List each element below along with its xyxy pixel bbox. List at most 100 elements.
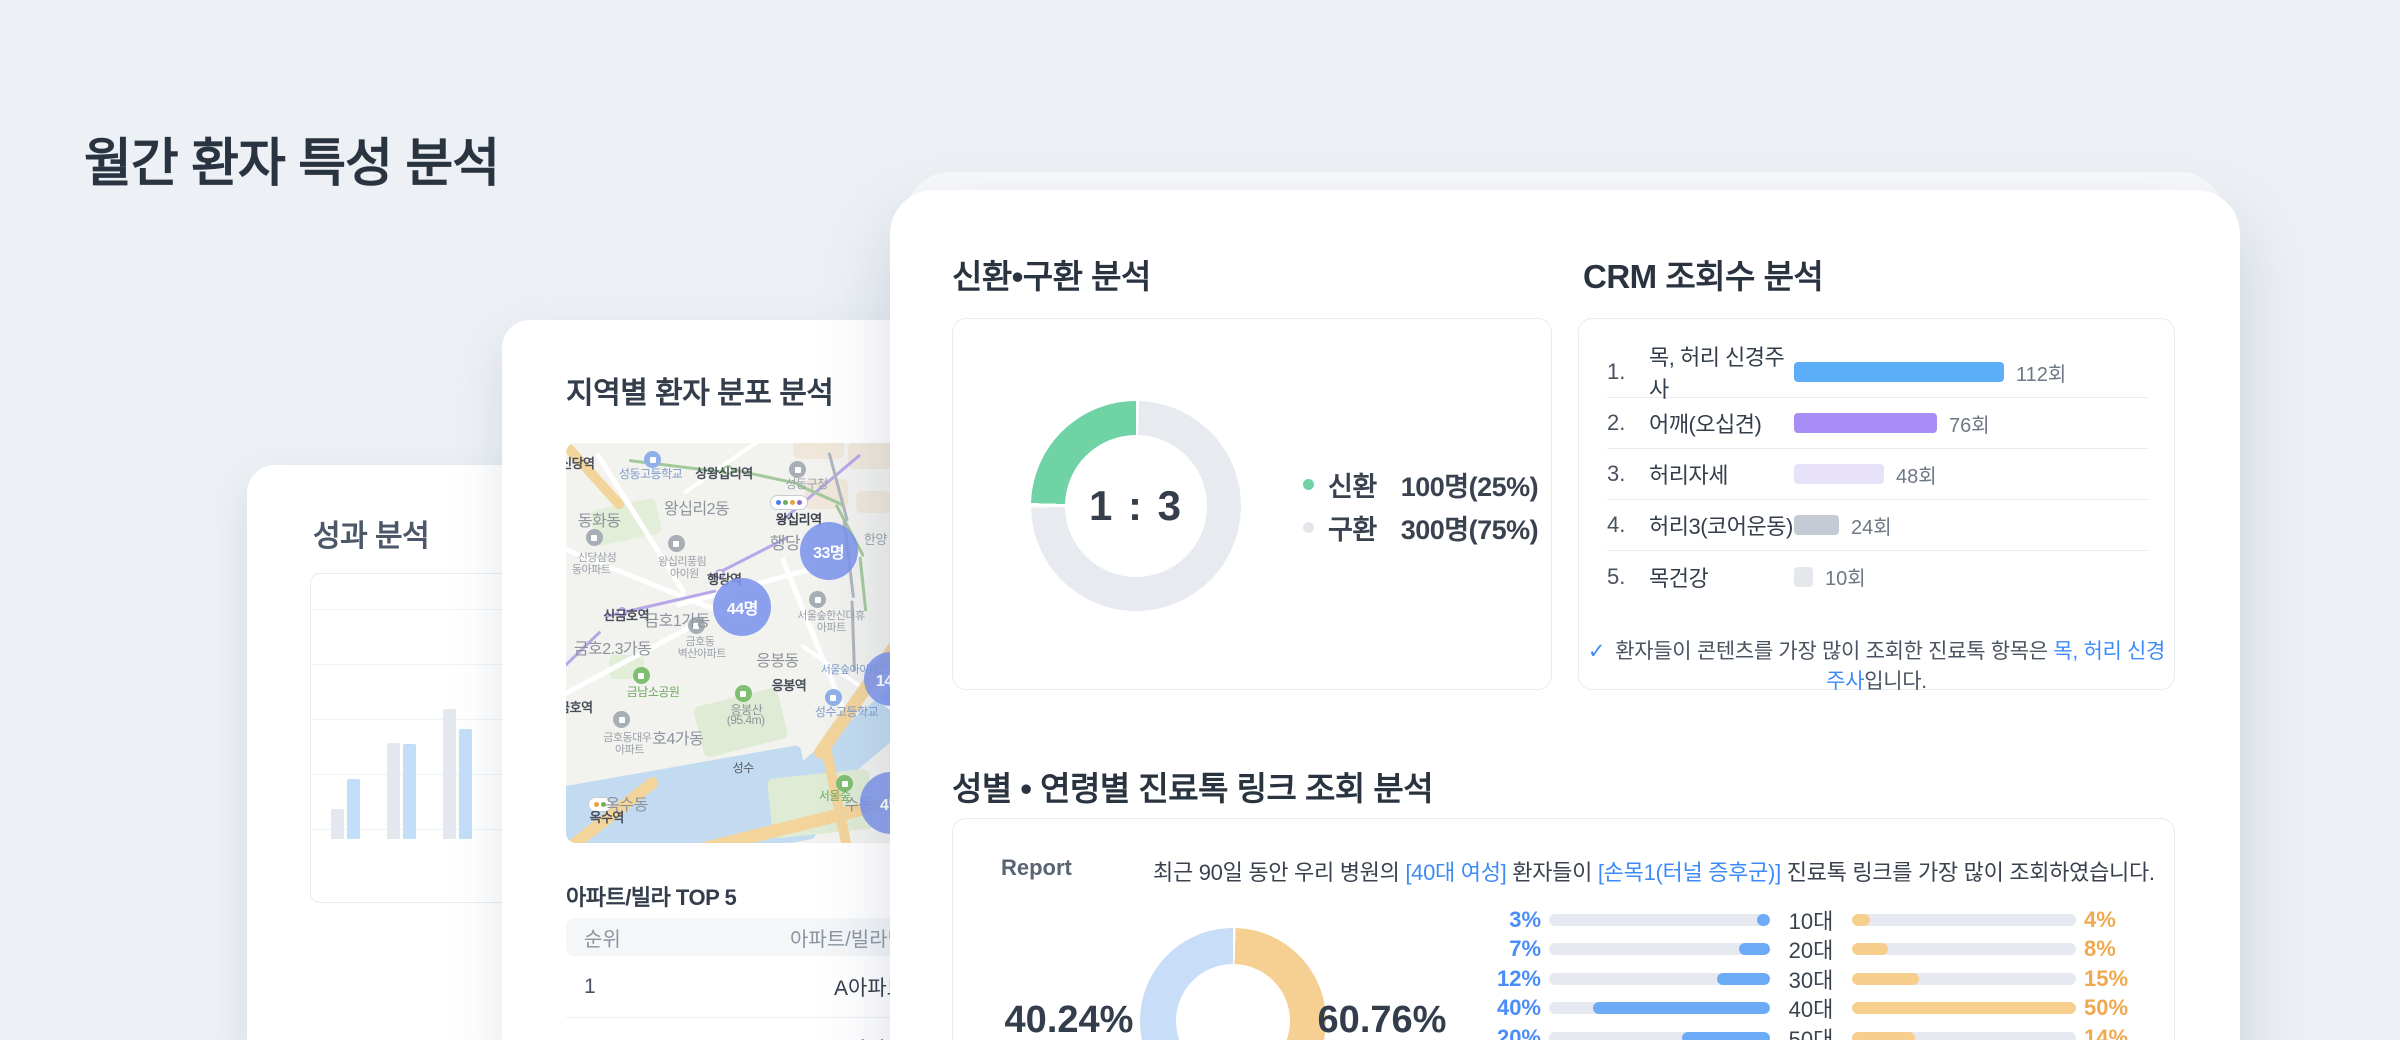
- top5-title: 아파트/빌라 TOP 5: [566, 880, 736, 912]
- poi-icon: [668, 535, 685, 552]
- crm-row: 3.허리자세48회: [1607, 449, 2148, 500]
- map-place-label: 왕십리2동: [664, 495, 729, 519]
- dashboard-page: 월간 환자 특성 분석 성과 분석 지역별 환자 분포 분석 신당역성동고등학교…: [0, 0, 2400, 1040]
- map-place-label: 벽산아파트: [678, 645, 726, 661]
- legend-label: 구환: [1328, 508, 1377, 547]
- crm-bar: [1794, 567, 1813, 587]
- legend-item-returning: 구환 300명(75%): [1303, 506, 1538, 549]
- map-place-label: 금호1가동: [644, 607, 709, 631]
- female-fill: [1852, 914, 1870, 926]
- poi-icon: [735, 685, 752, 702]
- female-pct: 15%: [2084, 966, 2184, 992]
- crm-item-label: 목, 허리 신경주사: [1649, 340, 1794, 404]
- map-place-label: 호4가동: [652, 725, 703, 749]
- map-place-label: 금호2.3가동: [574, 635, 652, 659]
- crm-item-label: 어깨(오십견): [1649, 407, 1794, 439]
- poi-icon: [633, 667, 650, 684]
- crm-footer-suffix: 입니다.: [1864, 670, 1927, 693]
- map-place-label: 응봉역: [772, 675, 806, 694]
- legend-item-new: 신환 100명(25%): [1303, 463, 1538, 506]
- map-place-label: 아파트: [615, 741, 644, 757]
- top5-rank: 2: [566, 1037, 716, 1040]
- female-track: [1852, 1002, 2076, 1014]
- male-track: [1549, 1032, 1770, 1040]
- crm-item-label: 목건강: [1649, 561, 1794, 593]
- male-track: [1549, 914, 1770, 926]
- donut-legend: 신환 100명(25%) 구환 300명(75%): [1303, 463, 1538, 549]
- map-place-label: 옥수역: [590, 807, 624, 826]
- map-place-label: 성동구청: [786, 475, 828, 492]
- crm-ranked-bar-list: 1.목, 허리 신경주사112회2.어깨(오십견)76회3.허리자세48회4.허…: [1607, 347, 2148, 602]
- male-fill: [1682, 1032, 1770, 1040]
- poi-icon: [613, 711, 630, 728]
- crm-view-count: 112회: [2016, 358, 2066, 387]
- gender-age-card: Report 최근 90일 동안 우리 병원의 [40대 여성] 환자들이 [손…: [952, 818, 2175, 1040]
- report-sentence: 최근 90일 동안 우리 병원의 [40대 여성] 환자들이 [손목1(터널 증…: [1153, 855, 2155, 887]
- map-place-label: 행당: [770, 529, 800, 554]
- female-fill: [1852, 943, 1888, 955]
- donut-ratio-label: 1 : 3: [1031, 401, 1241, 611]
- top5-name: B아파트: [716, 1034, 906, 1040]
- crm-bar: [1794, 413, 1937, 433]
- crm-row: 1.목, 허리 신경주사112회: [1607, 347, 2148, 398]
- female-track: [1852, 973, 2076, 985]
- map-shape: [793, 443, 844, 459]
- age-category-label: 10대: [1778, 904, 1844, 936]
- map-place-label: 상왕십리역: [695, 463, 752, 482]
- poi-icon: [586, 529, 603, 546]
- male-fill: [1757, 914, 1770, 926]
- map-place-label: 아이원: [670, 565, 699, 581]
- female-track: [1852, 943, 2076, 955]
- returning-patient-dot-icon: [1303, 522, 1314, 533]
- map-place-label: 금남소공원: [627, 683, 680, 700]
- female-pct: 8%: [2084, 936, 2184, 962]
- map-place-label: 금호역: [566, 697, 593, 716]
- crm-footer-note: ✓환자들이 콘텐츠를 가장 많이 조회한 진료톡 항목은 목, 허리 신경주사입…: [1579, 635, 2174, 695]
- male-pct: 3%: [1441, 907, 1541, 933]
- male-pct: 7%: [1441, 936, 1541, 962]
- bar: [387, 743, 400, 839]
- age-row: 20%50대14%: [1441, 1023, 2184, 1040]
- top5-col-rank: 순위: [566, 923, 716, 952]
- age-category-label: 50대: [1778, 1022, 1844, 1040]
- age-category-label: 40대: [1778, 992, 1844, 1024]
- page-title: 월간 환자 특성 분석: [84, 121, 499, 196]
- crm-view-count: 48회: [1896, 460, 1937, 489]
- age-row: 12%30대15%: [1441, 964, 2184, 994]
- map-shape: [856, 491, 891, 513]
- new-returning-card: 1 : 3 신환 100명(25%) 구환 300명(75%): [952, 318, 1552, 690]
- main-report-panel: 신환•구환 분석 1 : 3 신환 100명(25%) 구환 300명(75%)…: [890, 190, 2240, 1040]
- map-shape: [859, 556, 868, 611]
- age-row: 7% 20대 8%: [1441, 935, 2184, 965]
- crm-footer-text: 환자들이 콘텐츠를 가장 많이 조회한 진료톡 항목은: [1615, 640, 2053, 663]
- map-place-label: 성수고등학교: [815, 703, 878, 720]
- male-track: [1549, 973, 1770, 985]
- female-pct: 50%: [2084, 995, 2184, 1021]
- crm-view-count: 76회: [1949, 409, 1990, 438]
- report-text-part: 진료톡 링크를 가장 많이 조회하였습니다.: [1781, 860, 2155, 885]
- female-pct: 14%: [2084, 1025, 2184, 1040]
- crm-card: 1.목, 허리 신경주사112회2.어깨(오십견)76회3.허리자세48회4.허…: [1578, 318, 2175, 690]
- crm-item-label: 허리자세: [1649, 458, 1794, 490]
- age-category-label: 20대: [1778, 933, 1844, 965]
- crm-bar: [1794, 464, 1884, 484]
- top5-col-name: 아파트/빌라명: [716, 923, 906, 952]
- report-highlight: [손목1(터널 증후군)]: [1598, 860, 1781, 885]
- male-track: [1549, 1002, 1770, 1014]
- crm-view-count: 24회: [1851, 511, 1892, 540]
- report-highlight: [40대 여성]: [1405, 860, 1506, 885]
- crm-row: 4.허리3(코어운동)24회: [1607, 500, 2148, 551]
- new-patient-dot-icon: [1303, 479, 1314, 490]
- section-title-crm: CRM 조회수 분석: [1583, 250, 1823, 298]
- male-percentage: 40.24%: [969, 999, 1169, 1040]
- top5-name: A아파트: [716, 972, 906, 1002]
- report-text-part: 최근 90일 동안 우리 병원의: [1153, 860, 1405, 885]
- report-label: Report: [1001, 855, 1072, 881]
- crm-row: 2.어깨(오십견)76회: [1607, 398, 2148, 449]
- male-track: [1549, 943, 1770, 955]
- section-title-new-returning: 신환•구환 분석: [952, 250, 1151, 298]
- map-place-label: 아파트: [817, 619, 846, 635]
- female-percentage: 60.76%: [1282, 999, 1482, 1040]
- report-text-part: 환자들이: [1506, 860, 1597, 885]
- crm-rank: 4.: [1607, 512, 1649, 538]
